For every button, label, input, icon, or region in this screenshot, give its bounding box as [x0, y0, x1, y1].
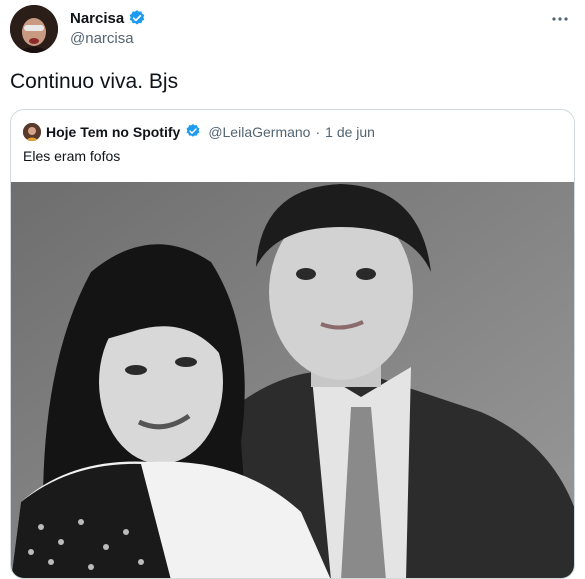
more-icon[interactable] — [551, 10, 569, 33]
quote-date[interactable]: 1 de jun — [325, 124, 375, 140]
quote-text: Eles eram fofos — [23, 148, 121, 164]
quote-photo[interactable] — [11, 182, 574, 578]
verified-badge-icon — [128, 9, 146, 27]
quote-author-avatar[interactable] — [23, 123, 41, 141]
tweet-text: Continuo viva. Bjs — [10, 70, 179, 93]
quote-verified-badge-icon — [185, 123, 203, 141]
author-name[interactable]: Narcisa — [70, 10, 124, 27]
quoted-tweet[interactable]: Hoje Tem no Spotify @LeilaGermano · 1 de… — [10, 109, 575, 579]
author-avatar[interactable] — [10, 5, 58, 53]
separator-dot: · — [315, 124, 321, 140]
quote-author-handle[interactable]: @LeilaGermano — [208, 124, 310, 140]
author-handle[interactable]: @narcisa — [70, 30, 134, 47]
quote-author-name[interactable]: Hoje Tem no Spotify — [46, 124, 180, 140]
